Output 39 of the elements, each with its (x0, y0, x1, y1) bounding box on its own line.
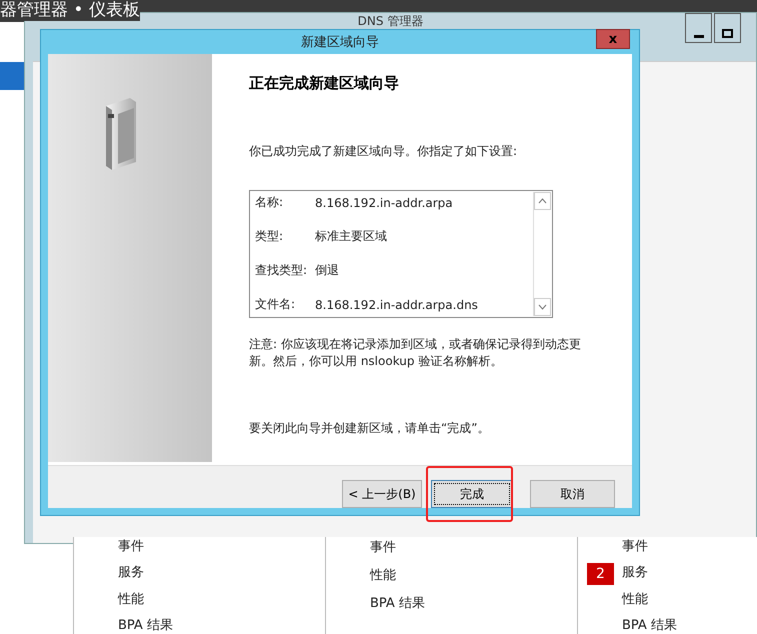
setting-label: 类型: (255, 228, 284, 245)
window-title: DNS 管理器 (358, 14, 424, 28)
setting-value: 标准主要区域 (315, 228, 387, 245)
maximize-icon (722, 29, 733, 38)
setting-label: 名称: (255, 194, 284, 211)
tile-link[interactable]: BPA 结果 (622, 616, 677, 634)
tile-link[interactable]: 事件 (622, 537, 648, 556)
dialog-title: 新建区域向导 (301, 34, 379, 51)
tile-link[interactable]: 事件 (370, 538, 396, 556)
tile-link[interactable]: BPA 结果 (118, 616, 173, 634)
closing-text: 要关闭此向导并创建新区域，请单击“完成”。 (249, 420, 490, 437)
settings-listbox[interactable]: 名称: 8.168.192.in-addr.arpa 类型: 标准主要区域 查找类型: 倒退 文件名: 8.168.192.in-addr.arpa.dns (249, 190, 553, 318)
tile-link[interactable]: 服务 (118, 563, 144, 582)
scroll-up-icon[interactable] (534, 192, 551, 210)
tile-link[interactable]: BPA 结果 (370, 594, 425, 612)
wizard-heading: 正在完成新建区域向导 (249, 74, 400, 93)
close-button[interactable]: x (596, 29, 630, 49)
minimize-button[interactable] (685, 13, 712, 43)
tile-link[interactable]: 性能 (370, 566, 396, 584)
setting-value: 倒退 (315, 262, 339, 279)
tile-link[interactable]: 事件 (118, 537, 144, 556)
tile-link[interactable]: 性能 (118, 590, 144, 608)
cancel-button[interactable]: 取消 (530, 480, 615, 508)
minimize-icon (694, 35, 704, 38)
back-button[interactable]: < 上一步(B) (342, 480, 422, 508)
app-title: 器管理器 • 仪表板 (0, 0, 140, 21)
finish-button[interactable]: 完成 (431, 480, 513, 508)
sidebar-highlight (0, 62, 25, 90)
note-text: 注意: 你应该现在将记录添加到区域，或者确保记录得到动态更新。然后，你可以用 nslookup 验证名称解析。 (249, 336, 582, 370)
intro-text: 你已成功完成了新建区域向导。你指定了如下设置: (249, 143, 518, 160)
scroll-down-icon[interactable] (534, 298, 551, 316)
tile-link[interactable]: 服务 (622, 563, 648, 582)
count-badge: 2 (587, 563, 614, 586)
setting-value: 8.168.192.in-addr.arpa (315, 196, 453, 210)
setting-label: 文件名: (255, 296, 296, 313)
setting-label: 查找类型: (255, 262, 308, 279)
maximize-button[interactable] (714, 13, 741, 43)
tile-link[interactable]: 性能 (622, 590, 648, 608)
setting-value: 8.168.192.in-addr.arpa.dns (315, 298, 478, 312)
